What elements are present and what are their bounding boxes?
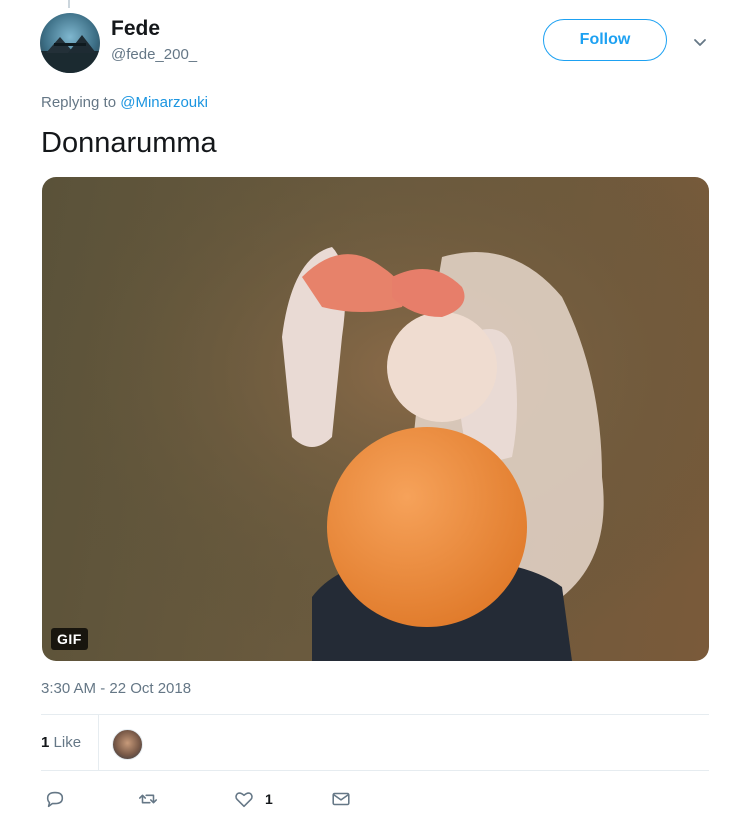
retweet-button[interactable] bbox=[137, 787, 159, 811]
replying-prefix: Replying to bbox=[41, 94, 121, 111]
heart-icon bbox=[235, 792, 253, 808]
user-avatar[interactable] bbox=[40, 13, 100, 73]
envelope-icon bbox=[332, 792, 350, 806]
chevron-down-icon[interactable] bbox=[690, 32, 710, 52]
reply-button[interactable] bbox=[44, 787, 66, 811]
likes-stat[interactable]: 1 Like bbox=[41, 734, 81, 751]
liker-avatar[interactable] bbox=[112, 729, 143, 760]
user-display-name[interactable]: Fede bbox=[111, 17, 160, 41]
replying-to: Replying to @Minarzouki bbox=[41, 94, 208, 111]
follow-button[interactable]: Follow bbox=[543, 19, 667, 61]
avatar-image bbox=[40, 35, 100, 73]
gif-frame-image bbox=[42, 177, 709, 661]
direct-message-button[interactable] bbox=[330, 787, 352, 811]
likes-count: 1 bbox=[41, 734, 50, 751]
reply-icon bbox=[46, 791, 64, 808]
thread-connector-line bbox=[68, 0, 70, 8]
like-button[interactable]: 1 bbox=[233, 787, 273, 811]
tweet-timestamp[interactable]: 3:30 AM - 22 Oct 2018 bbox=[41, 680, 191, 697]
likes-label: Like bbox=[53, 734, 82, 751]
tweet-media-gif[interactable]: GIF bbox=[42, 177, 709, 661]
mention-link[interactable]: @Minarzouki bbox=[120, 94, 208, 111]
stats-divider-top bbox=[41, 714, 709, 715]
stats-vertical-divider bbox=[98, 714, 99, 771]
tweet-text: Donnarumma bbox=[41, 127, 217, 159]
gif-badge: GIF bbox=[51, 628, 88, 650]
stats-divider-bottom bbox=[41, 770, 709, 771]
user-handle[interactable]: @fede_200_ bbox=[111, 46, 197, 63]
like-count: 1 bbox=[265, 791, 273, 807]
retweet-icon bbox=[138, 794, 158, 804]
